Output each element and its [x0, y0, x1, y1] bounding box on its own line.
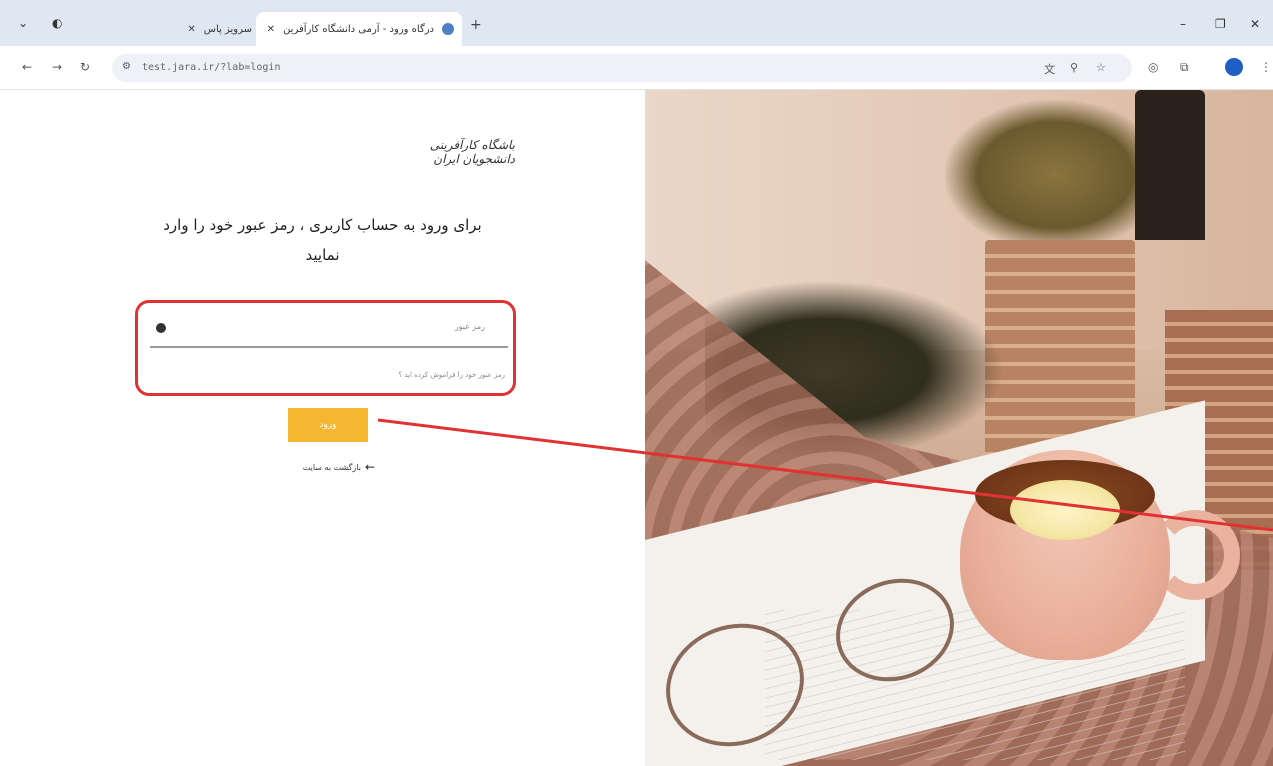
back-link-label: بازگشت به سایت	[302, 462, 361, 472]
photo-dried-plant	[945, 100, 1165, 250]
address-bar[interactable]: ⚙ test.jara.ir/?lab=login 文 ⚲ ☆	[112, 54, 1132, 82]
tab-title: درگاه ورود - آرمی دانشگاه کارآفرین	[283, 23, 434, 35]
close-icon[interactable]: ✕	[187, 24, 195, 35]
new-tab-icon[interactable]: +	[470, 17, 482, 33]
bookmark-star-icon[interactable]: ☆	[1096, 61, 1106, 74]
profile-avatar[interactable]	[1225, 58, 1243, 76]
show-password-icon[interactable]	[156, 323, 166, 333]
forgot-password-link[interactable]: رمز عبور خود را فراموش کرده اید ؟	[280, 371, 505, 379]
tab-list-icon[interactable]: ⌄	[18, 16, 28, 30]
extension-icon[interactable]: ◎	[1148, 60, 1158, 74]
page-title: برای ورود به حساب کاربری ، رمز عبور خود …	[163, 216, 482, 264]
logo: باشگاه کارآفرینی دانشجویان ایران	[429, 138, 516, 166]
close-window-icon[interactable]: ✕	[1250, 17, 1260, 31]
menu-icon[interactable]: ⋮	[1260, 60, 1272, 74]
login-button[interactable]: ورود	[288, 408, 368, 442]
back-icon[interactable]: ←	[22, 60, 32, 74]
close-icon[interactable]: ✕	[267, 24, 275, 35]
translate-icon[interactable]: 文	[1044, 61, 1055, 77]
login-panel: باشگاه کارآفرینی دانشجویان ایران برای ور…	[0, 90, 645, 766]
site-info-icon[interactable]: ⚙	[122, 61, 131, 72]
tab-groups-icon[interactable]: ◐	[52, 16, 62, 30]
password-underline	[150, 346, 508, 348]
tab-inactive[interactable]: سرویز پاس ✕	[160, 12, 252, 46]
forward-icon[interactable]: →	[52, 60, 62, 74]
url-text: test.jara.ir/?lab=login	[142, 62, 281, 73]
browser-tab-bar: ⌄ ◐ سرویز پاس ✕ درگاه ورود - آرمی دانشگا…	[0, 0, 1273, 46]
minimize-icon[interactable]: –	[1180, 17, 1186, 31]
back-to-site-link[interactable]: بازگشت به سایت ←	[285, 460, 375, 474]
reload-icon[interactable]: ↻	[80, 60, 90, 74]
hero-image	[645, 90, 1273, 766]
site-favicon-icon	[442, 23, 454, 35]
browser-toolbar: ← → ↻ ⚙ test.jara.ir/?lab=login 文 ⚲ ☆ ◎ …	[0, 46, 1273, 90]
password-input[interactable]: رمز عبور	[400, 322, 485, 331]
puzzle-icon[interactable]: ⧉	[1180, 60, 1189, 75]
photo-lemon-slice	[1010, 480, 1120, 540]
annotation-highlight-box	[135, 300, 516, 396]
tab-title: سرویز پاس	[203, 23, 252, 35]
arrow-left-icon: ←	[364, 460, 375, 474]
tab-active[interactable]: درگاه ورود - آرمی دانشگاه کارآفرین ✕	[256, 12, 462, 46]
zoom-icon[interactable]: ⚲	[1070, 61, 1078, 74]
restore-icon[interactable]: ❐	[1215, 17, 1226, 31]
photo-lantern	[1135, 90, 1205, 240]
